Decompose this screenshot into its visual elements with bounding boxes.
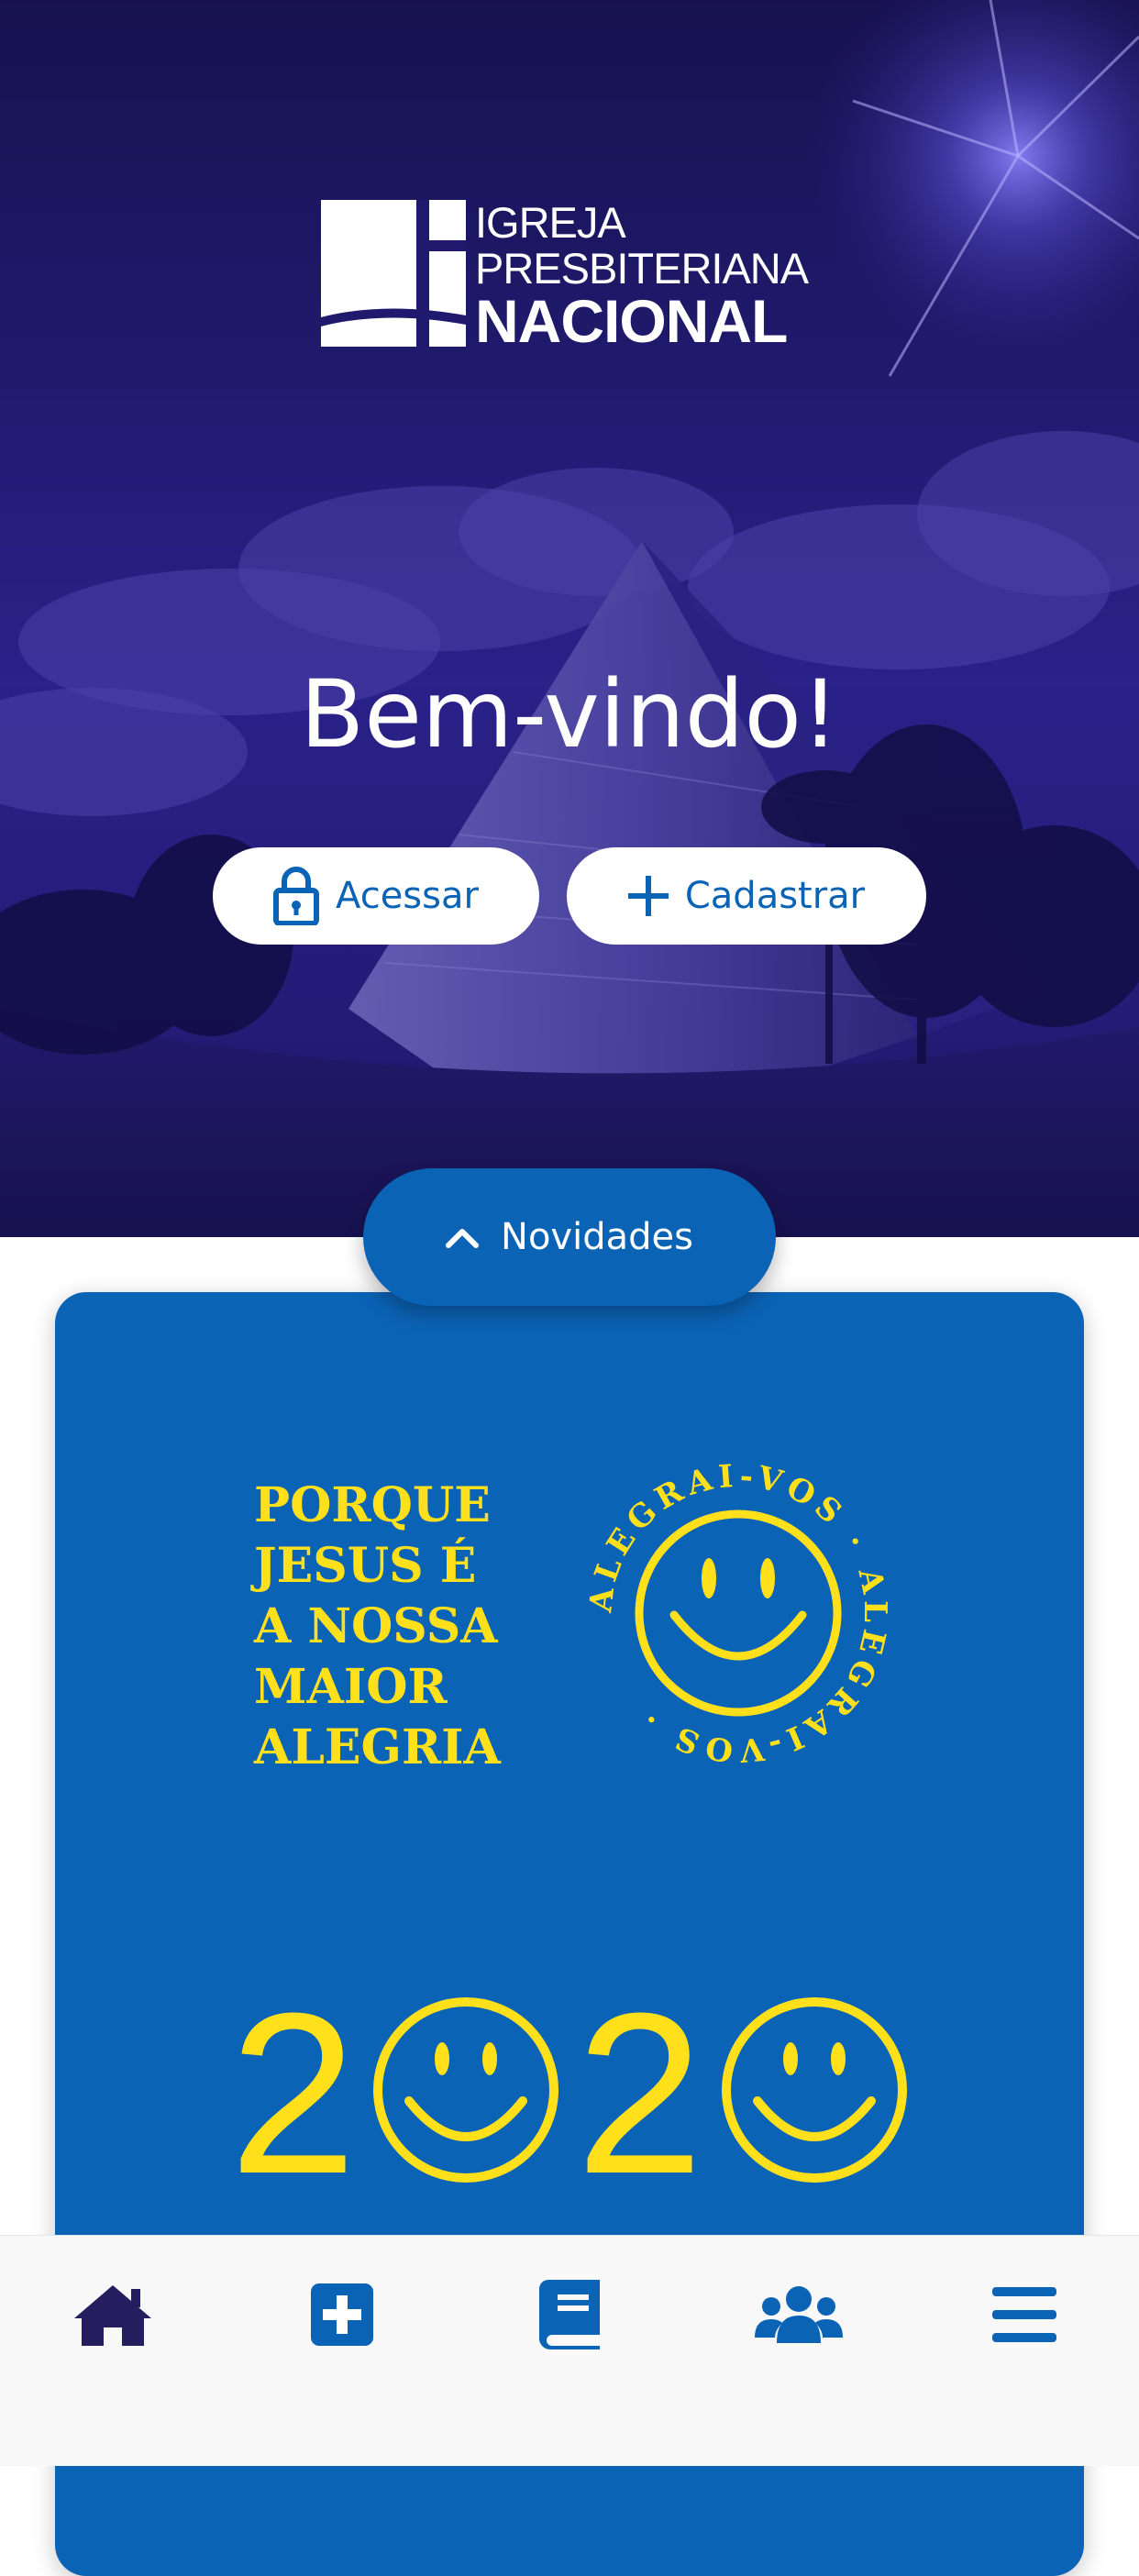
- welcome-title: Bem-vindo!: [300, 660, 839, 769]
- brand-line-3: NACIONAL: [475, 287, 788, 355]
- brand-line-1: IGREJA: [475, 198, 626, 247]
- church-logo: IGREJA PRESBITERIANA NACIONAL: [321, 198, 821, 355]
- tagline-line: A NOSSA: [254, 1598, 498, 1654]
- home-icon: [74, 2285, 151, 2346]
- tagline-line: ALEGRIA: [254, 1719, 501, 1775]
- register-button[interactable]: Cadastrar: [567, 847, 926, 945]
- year-digit: 2: [229, 1980, 357, 2200]
- hero-banner: IGREJA PRESBITERIANA NACIONAL Bem-vindo!…: [0, 0, 1139, 1237]
- tagline-line: JESUS É: [254, 1538, 477, 1594]
- tagline-line: MAIOR: [254, 1659, 448, 1715]
- news-card-tagline: PORQUE JESUS É A NOSSA MAIOR ALEGRIA: [254, 1476, 566, 1778]
- plus-square-icon: [311, 2283, 373, 2346]
- lock-icon: [273, 867, 320, 925]
- nav-add[interactable]: [292, 2269, 393, 2360]
- book-icon: [539, 2280, 600, 2349]
- nav-home[interactable]: [62, 2269, 163, 2360]
- users-icon: [755, 2286, 843, 2343]
- chevron-up-icon: [446, 1229, 480, 1248]
- tagline-line: PORQUE: [254, 1477, 491, 1533]
- church-logo-mark: [321, 200, 466, 347]
- smiley-face-icon: [722, 1997, 907, 2183]
- nav-community[interactable]: [748, 2269, 849, 2360]
- login-label: Acessar: [336, 875, 479, 917]
- news-toggle-button[interactable]: Novidades: [363, 1168, 776, 1306]
- hero-background-image: [0, 0, 1139, 1237]
- ring-textpath: ALEGRAI-VOS · ALEGRAI-VOS ·: [582, 1458, 888, 1769]
- nav-book[interactable]: [519, 2269, 620, 2360]
- year-digit: 2: [576, 1980, 703, 2200]
- bottom-navigation: [0, 2235, 1139, 2466]
- smiley-face-icon: [373, 1997, 558, 2183]
- register-label: Cadastrar: [684, 875, 866, 917]
- plus-icon: [627, 876, 669, 916]
- nav-menu[interactable]: [974, 2269, 1075, 2360]
- ring-text: ALEGRAI-VOS · ALEGRAI-VOS ·: [582, 1458, 893, 1769]
- news-tab-label: Novidades: [501, 1216, 693, 1258]
- login-button[interactable]: Acessar: [213, 847, 539, 945]
- year-2020-graphic: 2 2: [229, 1980, 907, 2200]
- smiley-ring-badge: ALEGRAI-VOS · ALEGRAI-VOS ·: [582, 1458, 893, 1769]
- brand-line-2: PRESBITERIANA: [475, 244, 809, 293]
- menu-icon: [992, 2287, 1056, 2342]
